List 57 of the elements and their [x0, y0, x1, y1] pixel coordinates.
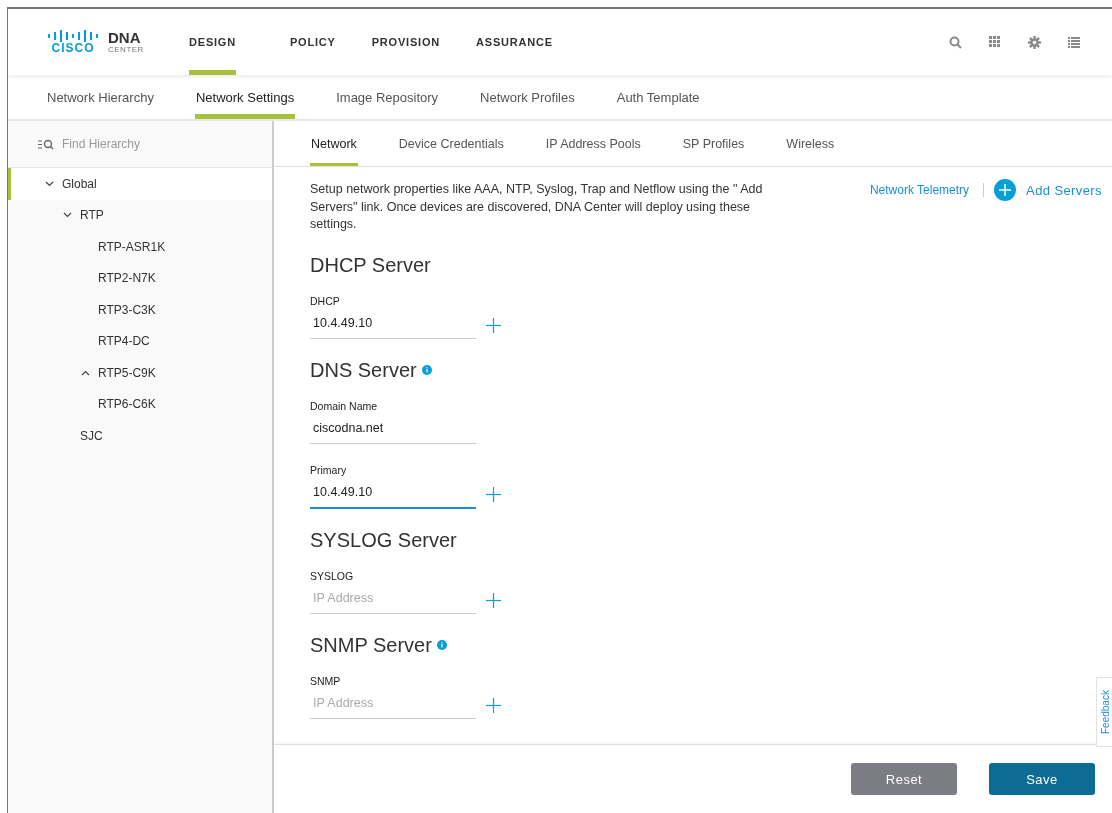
field-label: Primary — [310, 463, 348, 476]
nav-tab[interactable]: ASSURANCE — [458, 9, 571, 75]
sub-tab[interactable]: Image Repository — [335, 75, 440, 119]
add-circle-icon[interactable] — [994, 179, 1017, 201]
tree-item[interactable]: RTP5-C9K — [8, 357, 272, 389]
add-icon[interactable] — [486, 697, 501, 713]
tree-item[interactable]: RTP-ASR1K — [8, 231, 272, 263]
field-label: DHCP — [310, 294, 341, 307]
section-title: DNS Server — [310, 358, 417, 382]
intro-text: Setup network properties like AAA, NTP, Syslog, Trap and Netflow using the " Add Servers" link. Once devices are discovered, DNA Center will deploy using these settings. — [310, 181, 764, 233]
add-servers-link[interactable]: Add Servers — [1026, 182, 1102, 198]
tree-item[interactable]: SJC — [8, 420, 272, 452]
feedback-tab[interactable]: Feedback — [1096, 677, 1112, 747]
logo-bars-icon — [46, 29, 100, 42]
filter-search-icon — [38, 138, 54, 150]
section-title: SNMP Server — [310, 633, 432, 657]
tree-item[interactable]: Global — [8, 168, 272, 200]
logo-subtitle: CENTER — [108, 45, 144, 54]
reset-button[interactable]: Reset — [851, 763, 957, 795]
field-label: Domain Name — [310, 399, 379, 412]
chevron-down-icon[interactable] — [63, 212, 72, 219]
chevron-down-icon[interactable] — [45, 180, 54, 187]
chevron-up-icon[interactable] — [81, 369, 90, 376]
grid-icon[interactable] — [989, 36, 1001, 48]
add-icon[interactable] — [486, 592, 501, 608]
section-title: DHCP Server — [310, 253, 431, 277]
search-icon[interactable] — [949, 35, 962, 49]
add-icon[interactable] — [486, 317, 501, 333]
content-tab[interactable]: Wireless — [785, 121, 836, 166]
field-label: SNMP — [310, 674, 342, 687]
tree-item[interactable]: RTP6-C6K — [8, 388, 272, 420]
tree-item[interactable]: RTP4-DC — [8, 325, 272, 357]
content-tab[interactable]: IP Address Pools — [544, 121, 642, 166]
tree-item[interactable]: RTP — [8, 199, 272, 231]
logo-product: DNA — [108, 30, 142, 45]
hierarchy-search-field[interactable]: Find Hierarchy — [60, 136, 244, 152]
list-icon[interactable] — [1068, 36, 1080, 48]
nav-tab[interactable]: DESIGN — [189, 9, 236, 75]
logo-brand: CISCO — [51, 41, 95, 55]
content-tab[interactable]: Network — [310, 121, 358, 166]
save-button[interactable]: Save — [989, 763, 1095, 795]
settings-icon[interactable] — [1028, 35, 1041, 49]
content-tab[interactable]: SP Profiles — [681, 121, 746, 166]
add-icon[interactable] — [486, 487, 501, 502]
sub-tab[interactable]: Network Hierarchy — [46, 75, 155, 119]
tree-item[interactable]: RTP2-N7K — [8, 262, 272, 294]
telemetry-link[interactable]: Network Telemetry — [869, 183, 970, 197]
section-title: SYSLOG Server — [310, 528, 457, 552]
sub-tab[interactable]: Auth Template — [615, 75, 701, 119]
sub-tab[interactable]: Network Profiles — [479, 75, 576, 119]
info-icon — [436, 640, 447, 650]
field-label: SYSLOG — [310, 569, 355, 582]
nav-tab[interactable]: PROVISION — [353, 9, 459, 75]
tree-item[interactable]: RTP3-C3K — [8, 294, 272, 326]
nav-tab[interactable]: POLICY — [272, 9, 354, 75]
info-icon — [421, 365, 432, 375]
content-tab[interactable]: Device Credentials — [397, 121, 505, 166]
